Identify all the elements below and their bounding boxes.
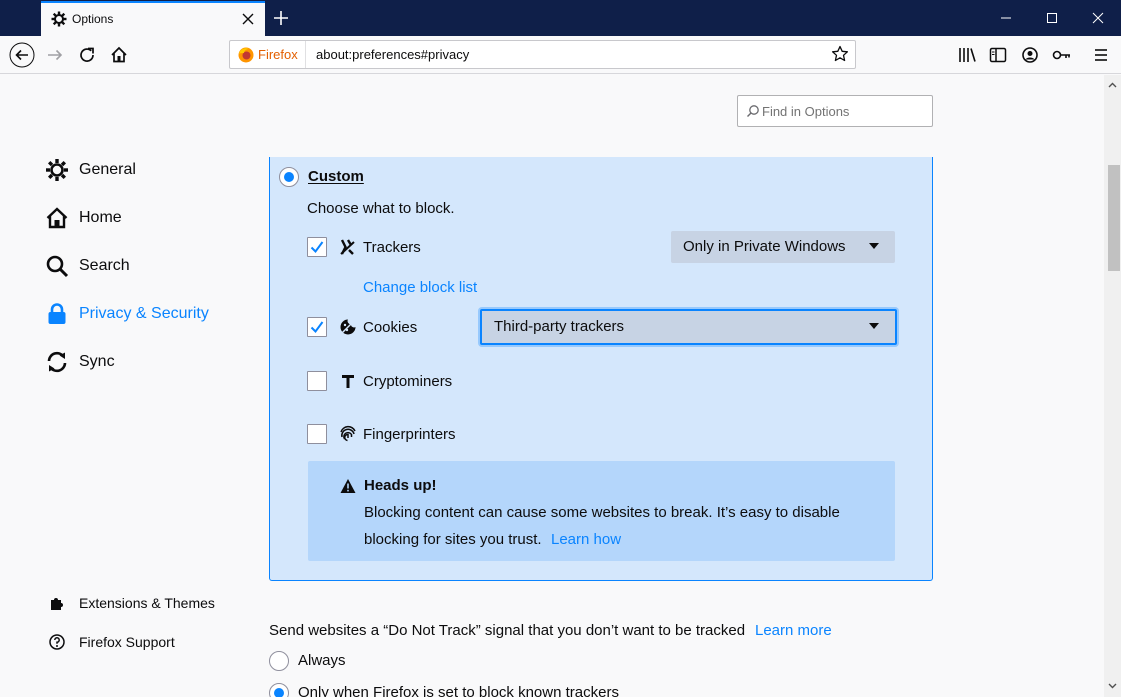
dnt-always-label: Always bbox=[298, 652, 346, 669]
help-icon bbox=[49, 634, 65, 650]
sync-icon bbox=[47, 351, 67, 373]
sidebar-item-extensions-themes[interactable]: Extensions & Themes bbox=[48, 592, 215, 614]
fingerprinters-checkbox[interactable] bbox=[307, 424, 327, 444]
trackers-label: Trackers bbox=[363, 239, 421, 256]
sidebar-toggle-icon[interactable] bbox=[987, 44, 1009, 66]
sidebar-item-privacy-security[interactable]: Privacy & Security bbox=[45, 299, 209, 329]
back-icon[interactable] bbox=[9, 42, 35, 68]
star-icon[interactable] bbox=[831, 45, 849, 63]
maximize-icon bbox=[1047, 13, 1057, 23]
trackers-dropdown[interactable]: Only in Private Windows bbox=[671, 231, 895, 263]
warning-text-line1: Blocking content can cause some websites… bbox=[364, 504, 840, 521]
close-icon bbox=[1092, 12, 1104, 24]
trackers-dropdown-value: Only in Private Windows bbox=[683, 238, 846, 255]
cryptominers-checkbox[interactable] bbox=[307, 371, 327, 391]
heads-up-warning: Heads up! Blocking content can cause som… bbox=[308, 461, 895, 561]
maximize-button[interactable] bbox=[1029, 0, 1075, 36]
sidebar-item-label: Extensions & Themes bbox=[79, 595, 215, 611]
cryptominers-icon bbox=[342, 375, 354, 388]
reload-icon[interactable] bbox=[76, 44, 98, 66]
trackers-icon bbox=[340, 239, 355, 255]
minimize-icon bbox=[1001, 17, 1011, 19]
vertical-scrollbar[interactable] bbox=[1104, 75, 1121, 697]
sidebar-item-label: Home bbox=[79, 209, 122, 226]
warning-icon bbox=[340, 479, 356, 493]
cryptominers-label: Cryptominers bbox=[363, 373, 453, 390]
gear-icon bbox=[51, 11, 67, 27]
cookies-dropdown-value: Third-party trackers bbox=[494, 318, 625, 335]
custom-title: Custom bbox=[308, 168, 364, 185]
custom-radio[interactable] bbox=[279, 167, 299, 187]
firefox-logo-icon bbox=[238, 47, 254, 63]
sidebar-item-firefox-support[interactable]: Firefox Support bbox=[48, 631, 175, 653]
sidebar-item-label: Privacy & Security bbox=[79, 305, 209, 322]
gear-icon bbox=[46, 159, 68, 181]
fingerprinters-icon bbox=[340, 425, 356, 442]
dnt-learn-more-link[interactable]: Learn more bbox=[755, 622, 832, 639]
close-icon[interactable] bbox=[239, 10, 257, 28]
warning-text-line2: blocking for sites you trust. bbox=[364, 531, 542, 548]
dnt-when-blocking-radio[interactable] bbox=[269, 683, 289, 697]
account-icon[interactable] bbox=[1019, 44, 1041, 66]
sidebar-item-label: Search bbox=[79, 257, 130, 274]
cookies-label: Cookies bbox=[363, 319, 418, 336]
sidebar-item-label: Firefox Support bbox=[79, 634, 175, 650]
fingerprinters-label: Fingerprinters bbox=[363, 426, 456, 443]
puzzle-icon bbox=[51, 598, 63, 610]
identity-box[interactable]: Firefox bbox=[230, 41, 306, 68]
cookies-icon bbox=[340, 319, 356, 335]
cookies-dropdown[interactable]: Third-party trackers bbox=[480, 309, 897, 345]
sidebar-item-home[interactable]: Home bbox=[45, 203, 122, 233]
cookies-checkbox[interactable] bbox=[307, 317, 327, 337]
sidebar-item-label: Sync bbox=[79, 353, 115, 370]
sidebar-item-label: General bbox=[79, 161, 136, 178]
tab-options[interactable]: Options bbox=[41, 1, 265, 36]
close-window-button[interactable] bbox=[1075, 0, 1121, 36]
home-icon[interactable] bbox=[108, 44, 130, 66]
forward-icon[interactable] bbox=[44, 44, 66, 66]
checkmark-icon bbox=[310, 241, 324, 254]
lock-icon bbox=[48, 303, 66, 324]
scroll-down-icon[interactable] bbox=[1108, 681, 1117, 690]
search-icon bbox=[46, 255, 69, 278]
learn-how-link[interactable]: Learn how bbox=[551, 531, 621, 548]
menu-icon[interactable] bbox=[1090, 44, 1112, 66]
warning-title: Heads up! bbox=[364, 477, 437, 494]
title-bar: Options bbox=[0, 0, 1121, 36]
dnt-description: Send websites a “Do Not Track” signal th… bbox=[269, 622, 746, 639]
tab-title: Options bbox=[72, 12, 114, 26]
scrollbar-thumb[interactable] bbox=[1108, 165, 1120, 271]
find-in-options-input[interactable] bbox=[762, 96, 930, 126]
custom-blocking-panel: Custom Choose what to block. Trackers On… bbox=[269, 157, 933, 581]
find-in-options-box[interactable] bbox=[737, 95, 933, 127]
minimize-button[interactable] bbox=[983, 0, 1029, 36]
new-tab-icon[interactable] bbox=[271, 8, 291, 28]
library-icon[interactable] bbox=[956, 44, 978, 66]
sidebar-item-sync[interactable]: Sync bbox=[45, 347, 115, 377]
trackers-checkbox[interactable] bbox=[307, 237, 327, 257]
sidebar-item-search[interactable]: Search bbox=[45, 251, 130, 281]
key-icon[interactable] bbox=[1051, 44, 1073, 66]
scroll-up-icon[interactable] bbox=[1108, 81, 1117, 90]
change-block-list-link[interactable]: Change block list bbox=[363, 279, 477, 296]
checkmark-icon bbox=[310, 321, 324, 334]
preferences-content: General Home Search Privacy & Security S… bbox=[0, 75, 1104, 697]
home-icon bbox=[46, 207, 68, 229]
url-bar[interactable]: Firefox about:preferences#privacy bbox=[229, 40, 856, 69]
sidebar-item-general[interactable]: General bbox=[45, 155, 136, 185]
identity-label: Firefox bbox=[258, 47, 298, 62]
url-text[interactable]: about:preferences#privacy bbox=[316, 47, 469, 62]
custom-subtitle: Choose what to block. bbox=[307, 200, 455, 217]
dnt-when-blocking-label: Only when Firefox is set to block known … bbox=[298, 684, 619, 697]
search-icon bbox=[747, 105, 759, 117]
dnt-always-radio[interactable] bbox=[269, 651, 289, 671]
chevron-down-icon bbox=[869, 243, 879, 249]
navigation-toolbar: Firefox about:preferences#privacy bbox=[0, 36, 1121, 74]
chevron-down-icon bbox=[869, 323, 879, 329]
